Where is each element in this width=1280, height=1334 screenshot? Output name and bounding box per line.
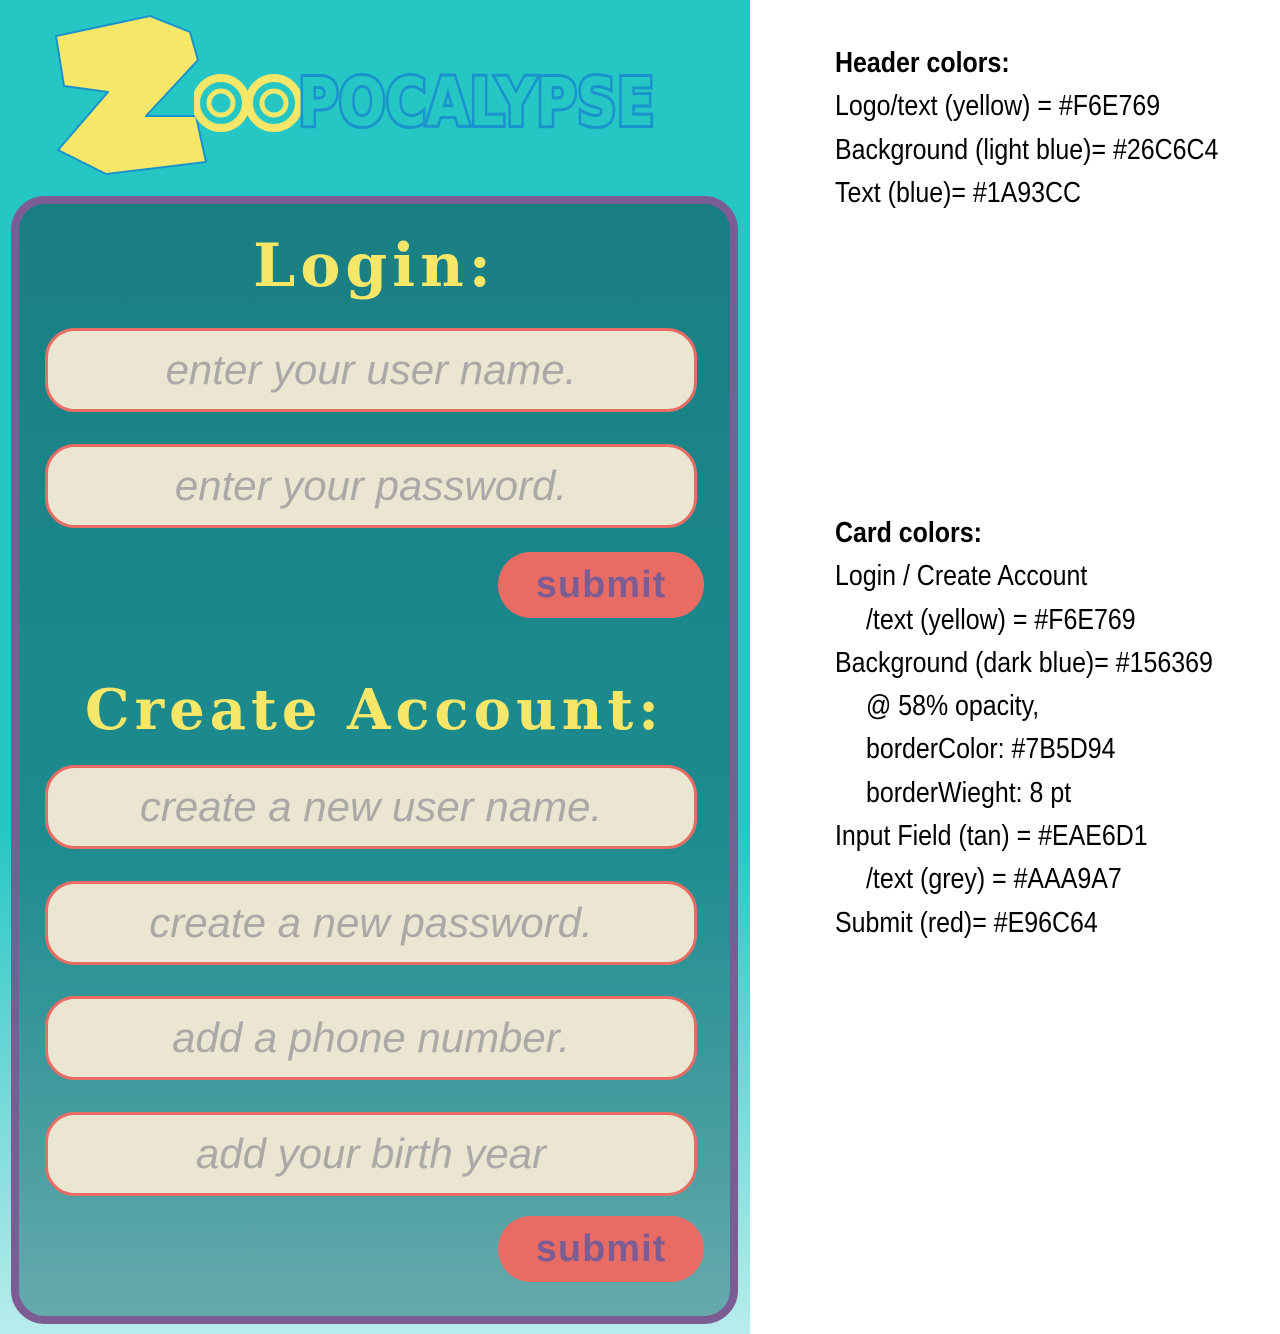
create-username-input[interactable]: create a new user name. (45, 765, 697, 849)
create-account-submit-button[interactable]: submit (498, 1216, 704, 1282)
card-note-line: Background (dark blue)= #156369 (835, 646, 1213, 679)
login-password-input[interactable]: enter your password. (45, 444, 697, 528)
header-note-line: Text (blue)= #1A93CC (835, 176, 1082, 209)
create-password-input[interactable]: create a new password. (45, 881, 697, 965)
login-username-input[interactable]: enter your user name. (45, 328, 697, 412)
card-note-line: Login / Create Account (835, 560, 1088, 593)
card-color-notes: Card colors: Login / Create Account /tex… (835, 512, 1213, 945)
card-note-line: @ 58% opacity, (865, 690, 1040, 723)
card-notes-title: Card colors: (835, 517, 982, 549)
card-note-line: Input Field (tan) = #EAE6D1 (835, 820, 1148, 853)
logo-letter-z (55, 15, 207, 175)
header-color-notes: Header colors: Logo/text (yellow) = #F6E… (835, 42, 1219, 215)
phone-number-input[interactable]: add a phone number. (45, 996, 697, 1080)
birth-year-input[interactable]: add your birth year (45, 1112, 697, 1196)
create-account-heading: Create Account: (85, 677, 664, 743)
login-submit-button[interactable]: submit (498, 552, 704, 618)
app-logo: POCALYPSE (0, 0, 750, 190)
auth-card: Login: enter your user name. enter your … (11, 196, 738, 1324)
card-note-line: Submit (red)= #E96C64 (835, 906, 1098, 939)
card-note-line: borderColor: #7B5D94 (865, 733, 1116, 766)
card-note-line: /text (yellow) = #F6E769 (865, 603, 1136, 636)
header-note-line: Background (light blue)= #26C6C4 (835, 133, 1219, 166)
header-notes-title: Header colors: (835, 47, 1010, 79)
logo-wordmark: POCALYPSE (295, 61, 657, 144)
login-heading: Login: (253, 231, 496, 301)
card-note-line: borderWieght: 8 pt (865, 776, 1072, 809)
logo-letters-oo (194, 74, 302, 132)
header-note-line: Logo/text (yellow) = #F6E769 (835, 90, 1161, 123)
card-note-line: /text (grey) = #AAA9A7 (865, 863, 1122, 896)
phone-screen: POCALYPSE Login: enter your user name. e… (0, 0, 750, 1334)
